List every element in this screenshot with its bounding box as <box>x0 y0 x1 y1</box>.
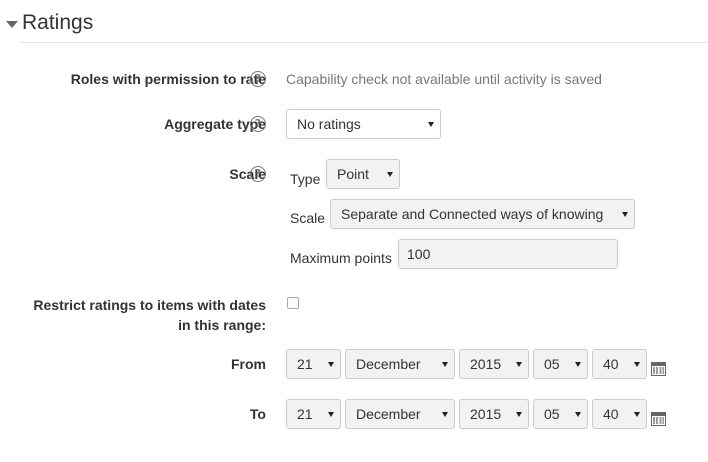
chevron-down-icon <box>442 412 448 417</box>
to-month-value: December <box>356 406 421 422</box>
chevron-down-icon <box>516 362 522 367</box>
aggregate-type-value: No ratings <box>297 116 361 132</box>
caret-down-icon <box>6 20 18 28</box>
chevron-down-icon <box>428 122 434 127</box>
aggregate-type-select[interactable]: No ratings <box>286 109 441 139</box>
from-hour-value: 05 <box>544 356 560 372</box>
from-year-select[interactable]: 2015 <box>459 349 529 379</box>
max-points-label: Maximum points <box>290 250 392 266</box>
to-minute-select[interactable]: 40 <box>592 399 647 429</box>
chevron-down-icon <box>516 412 522 417</box>
section-title: Ratings <box>22 11 94 34</box>
scale-scale-label: Scale <box>290 210 326 226</box>
chevron-down-icon <box>387 172 393 177</box>
to-minute-value: 40 <box>603 406 619 422</box>
scale-type-label: Type <box>290 171 321 187</box>
calendar-icon[interactable] <box>651 362 666 376</box>
chevron-down-icon <box>328 412 334 417</box>
from-label: From <box>231 356 266 372</box>
roles-value: Capability check not available until act… <box>286 71 602 87</box>
scale-type-select[interactable]: Point <box>326 159 400 189</box>
restrict-label-line1: Restrict ratings to items with dates <box>33 297 266 313</box>
to-year-value: 2015 <box>470 406 502 422</box>
from-day-value: 21 <box>297 356 313 372</box>
chevron-down-icon <box>575 362 581 367</box>
question-circle-icon[interactable]: ? <box>250 166 266 182</box>
scale-value: Separate and Connected ways of knowing <box>341 206 604 222</box>
from-day-select[interactable]: 21 <box>286 349 341 379</box>
roles-label: Roles with permission to rate <box>70 71 266 87</box>
question-circle-icon[interactable]: ? <box>250 71 266 87</box>
section-divider <box>20 42 708 43</box>
from-year-value: 2015 <box>470 356 502 372</box>
scale-type-value: Point <box>337 166 369 182</box>
from-minute-value: 40 <box>603 356 619 372</box>
from-minute-select[interactable]: 40 <box>592 349 647 379</box>
from-hour-select[interactable]: 05 <box>533 349 588 379</box>
to-label: To <box>249 406 266 422</box>
to-hour-select[interactable]: 05 <box>533 399 588 429</box>
to-day-value: 21 <box>297 406 313 422</box>
section-header-ratings[interactable]: Ratings <box>6 8 93 38</box>
chevron-down-icon <box>622 212 628 217</box>
restrict-label-line2: in this range: <box>178 317 266 333</box>
chevron-down-icon <box>634 362 640 367</box>
calendar-icon[interactable] <box>651 412 666 426</box>
restrict-checkbox[interactable] <box>287 297 299 309</box>
from-month-value: December <box>356 356 421 372</box>
to-hour-value: 05 <box>544 406 560 422</box>
chevron-down-icon <box>634 412 640 417</box>
to-month-select[interactable]: December <box>345 399 455 429</box>
chevron-down-icon <box>442 362 448 367</box>
to-day-select[interactable]: 21 <box>286 399 341 429</box>
question-circle-icon[interactable]: ? <box>250 116 266 132</box>
max-points-input[interactable]: 100 <box>398 239 618 269</box>
to-year-select[interactable]: 2015 <box>459 399 529 429</box>
scale-select[interactable]: Separate and Connected ways of knowing <box>330 199 635 229</box>
chevron-down-icon <box>328 362 334 367</box>
chevron-down-icon <box>575 412 581 417</box>
from-month-select[interactable]: December <box>345 349 455 379</box>
